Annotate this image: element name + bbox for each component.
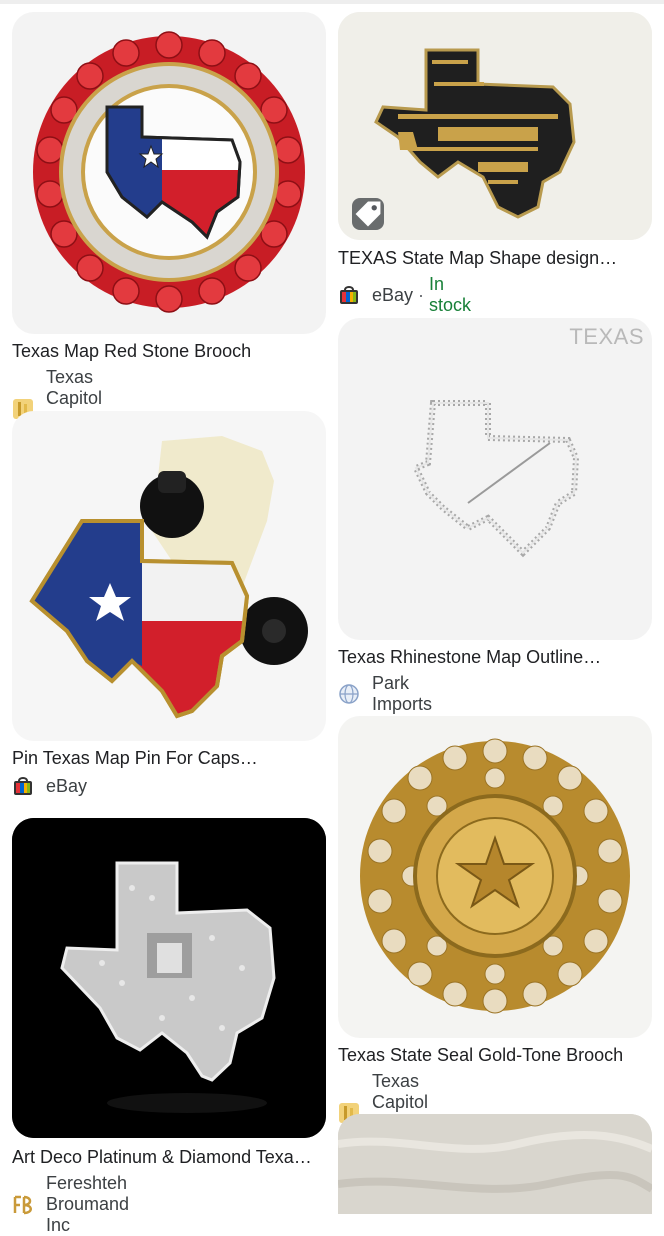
result-image[interactable] (12, 12, 326, 334)
product-tag-icon (352, 198, 384, 230)
globe-icon (338, 683, 360, 705)
result-source[interactable]: eBay (12, 775, 87, 797)
result-source[interactable]: Fereshteh Broumand Inc (12, 1173, 129, 1236)
texas-pin-image (29, 436, 308, 719)
source-name: eBay (372, 284, 414, 305)
result-image[interactable] (12, 411, 326, 741)
ebay-bag-icon (338, 284, 360, 306)
result-image[interactable]: TEXAS (338, 318, 652, 640)
result-title[interactable]: TEXAS State Map Shape design… (338, 247, 652, 269)
watermark-text: TEXAS (569, 324, 644, 349)
result-title[interactable]: Texas State Seal Gold-Tone Brooch (338, 1044, 652, 1066)
result-source[interactable]: eBay · In stock (338, 274, 471, 316)
brooch-red-stones-image (33, 31, 305, 313)
source-name: eBay (46, 775, 88, 796)
result-title[interactable]: Pin Texas Map Pin For Caps… (12, 747, 326, 769)
result-title[interactable]: Texas Rhinestone Map Outline… (338, 646, 652, 668)
result-source[interactable]: Park Imports (338, 673, 432, 715)
stock-status: In stock (429, 274, 472, 315)
gold-seal-brooch-image (360, 738, 630, 1014)
result-image[interactable] (12, 818, 326, 1138)
fb-logo-icon (12, 1193, 34, 1216)
result-title[interactable]: Texas Map Red Stone Brooch (12, 340, 326, 362)
top-divider (0, 0, 664, 4)
result-image[interactable] (338, 716, 652, 1038)
ebay-bag-icon (12, 775, 34, 797)
diamond-texas-brooch-image (12, 818, 326, 1138)
result-title[interactable]: Art Deco Platinum & Diamond Texa… (12, 1146, 326, 1168)
black-gold-texas-pin-image (338, 12, 652, 240)
source-name: Fereshteh Broumand Inc (46, 1173, 130, 1235)
textured-surface-image (338, 1114, 652, 1214)
source-name: Park Imports (372, 673, 433, 714)
separator-dot: · (418, 284, 425, 305)
result-image[interactable] (338, 12, 652, 240)
result-image[interactable] (338, 1114, 652, 1214)
rhinestone-outline-image (411, 400, 580, 558)
